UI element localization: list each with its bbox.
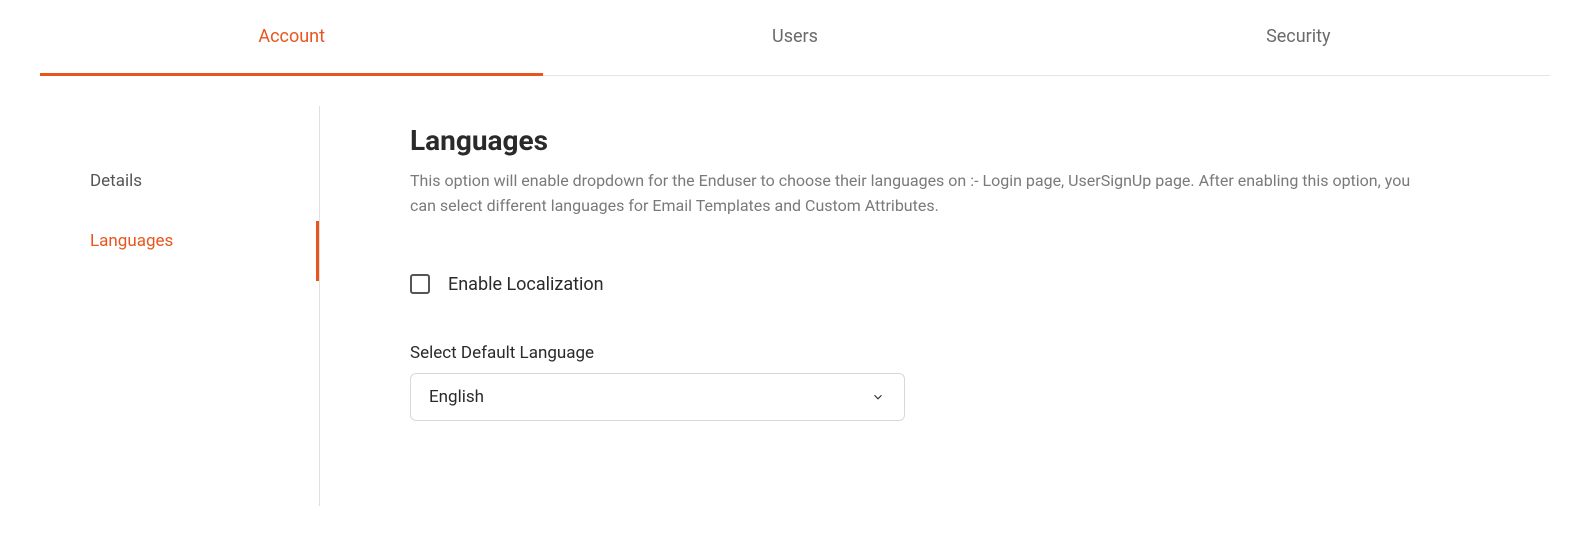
enable-localization-row: Enable Localization	[410, 274, 1450, 295]
tab-label: Account	[258, 26, 325, 47]
tab-label: Users	[772, 26, 818, 47]
sidebar-item-languages[interactable]: Languages	[90, 211, 319, 271]
enable-localization-label: Enable Localization	[448, 274, 604, 295]
content-area: Details Languages Languages This option …	[0, 76, 1570, 506]
page-title: Languages	[410, 124, 1450, 157]
page-description: This option will enable dropdown for the…	[410, 169, 1430, 219]
sidebar-item-label: Details	[90, 171, 142, 191]
sidebar-item-label: Languages	[90, 231, 173, 251]
sidebar-item-details[interactable]: Details	[90, 151, 319, 211]
tab-bar: Account Users Security	[40, 0, 1550, 76]
tab-users[interactable]: Users	[543, 0, 1046, 76]
chevron-down-icon	[870, 389, 886, 405]
default-language-label: Select Default Language	[410, 343, 1450, 363]
tab-account[interactable]: Account	[40, 0, 543, 76]
main-content: Languages This option will enable dropdo…	[320, 106, 1570, 506]
enable-localization-checkbox[interactable]	[410, 274, 430, 294]
sidebar: Details Languages	[0, 106, 320, 506]
dropdown-value: English	[429, 387, 484, 407]
default-language-dropdown[interactable]: English	[410, 373, 905, 421]
tab-label: Security	[1266, 26, 1330, 47]
tab-security[interactable]: Security	[1047, 0, 1550, 76]
